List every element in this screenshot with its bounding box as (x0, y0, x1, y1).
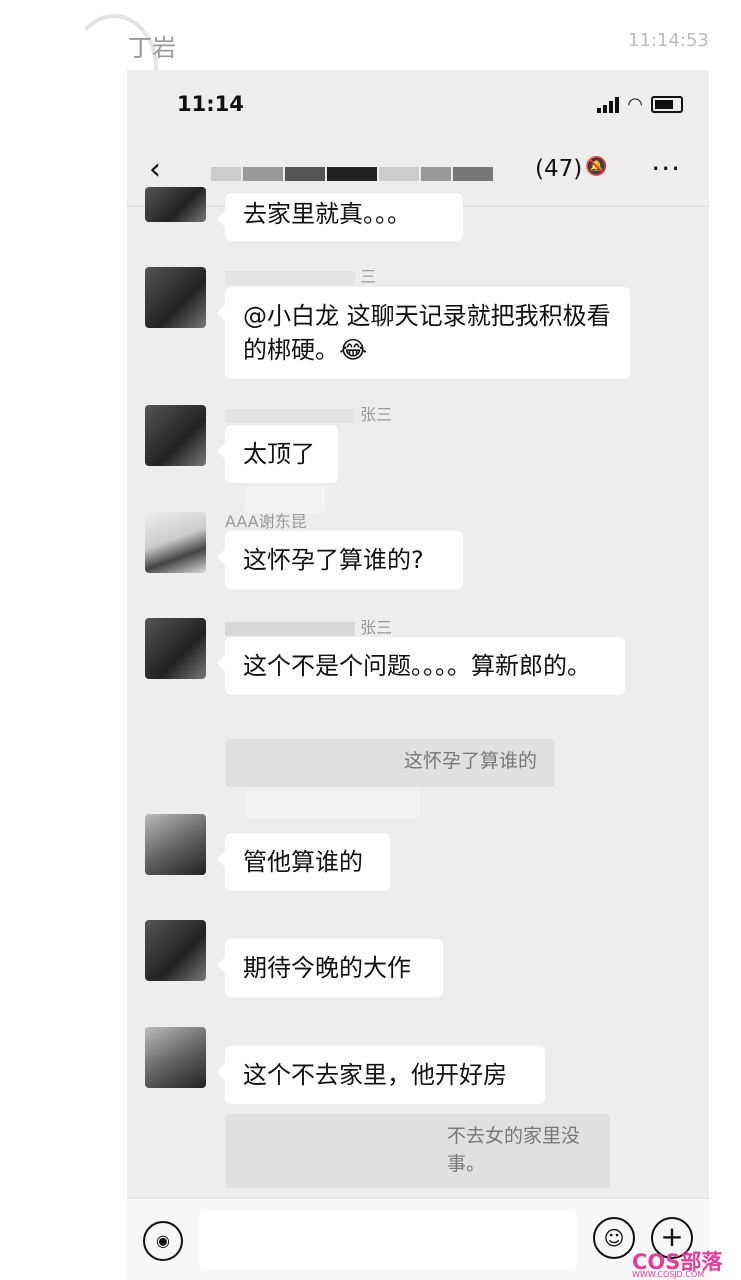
avatar[interactable] (145, 618, 206, 679)
watermark-url: WWW.COSJD.COM (632, 1270, 705, 1279)
avatar[interactable] (145, 1027, 206, 1088)
phone-screen: 11:14 ◠ ‹ (47) 🔕 ··· 去家里就真。。。 三 @小白龙 这聊天… (127, 70, 709, 1280)
member-count: (47) (535, 156, 583, 182)
message-bubble[interactable]: 期待今晚的大作 (217, 939, 443, 997)
sender-name: 张三 (225, 401, 392, 425)
outer-header: 丁岩 11:14:53 (0, 0, 741, 122)
avatar[interactable] (145, 920, 206, 981)
mute-icon: 🔕 (585, 156, 608, 177)
sender-name: 张三 (225, 614, 392, 638)
outer-title: 丁岩 (128, 34, 176, 62)
wifi-icon: ◠ (627, 93, 643, 115)
message-bubble[interactable]: 去家里就真。。。 (217, 193, 463, 241)
quoted-message[interactable]: 不去女的家里没事。 (225, 1114, 610, 1188)
message-list: 去家里就真。。。 三 @小白龙 这聊天记录就把我积极看的梆硬。😂 张三 太顶了 … (127, 187, 709, 1207)
battery-icon (651, 96, 683, 113)
emoji-icon[interactable]: ☺ (593, 1217, 635, 1259)
message-bubble[interactable]: 这个不是个问题。。。。算新郎的。 (217, 637, 625, 695)
status-time: 11:14 (177, 92, 244, 116)
redaction-blur (245, 790, 420, 818)
message-bubble[interactable]: 这怀孕了算谁的? (217, 531, 463, 589)
quoted-message[interactable]: 这怀孕了算谁的 (225, 739, 555, 787)
outer-timestamp: 11:14:53 (628, 30, 709, 51)
message-bubble[interactable]: 管他算谁的 (217, 833, 390, 891)
voice-icon[interactable]: ◉ (143, 1221, 183, 1261)
message-input[interactable] (199, 1211, 577, 1269)
message-bubble[interactable]: 这个不去家里，他开好房 (217, 1046, 545, 1104)
avatar[interactable] (145, 814, 206, 875)
input-bar: ◉ ☺ + (127, 1198, 709, 1280)
avatar[interactable] (145, 405, 206, 466)
sender-name: 三 (225, 263, 376, 287)
avatar[interactable] (145, 187, 206, 222)
more-icon[interactable]: ··· (651, 152, 681, 185)
avatar[interactable] (145, 512, 206, 573)
message-bubble[interactable]: @小白龙 这聊天记录就把我积极看的梆硬。😂 (217, 287, 630, 379)
message-bubble[interactable]: 太顶了 (217, 425, 338, 483)
signal-icon (597, 96, 620, 113)
group-name-redacted (211, 167, 511, 181)
sender-name: AAA谢东昆 (225, 512, 307, 531)
status-bar: 11:14 ◠ (127, 70, 709, 134)
back-icon[interactable]: ‹ (149, 152, 161, 187)
status-icons: ◠ (597, 93, 683, 115)
avatar[interactable] (145, 267, 206, 328)
